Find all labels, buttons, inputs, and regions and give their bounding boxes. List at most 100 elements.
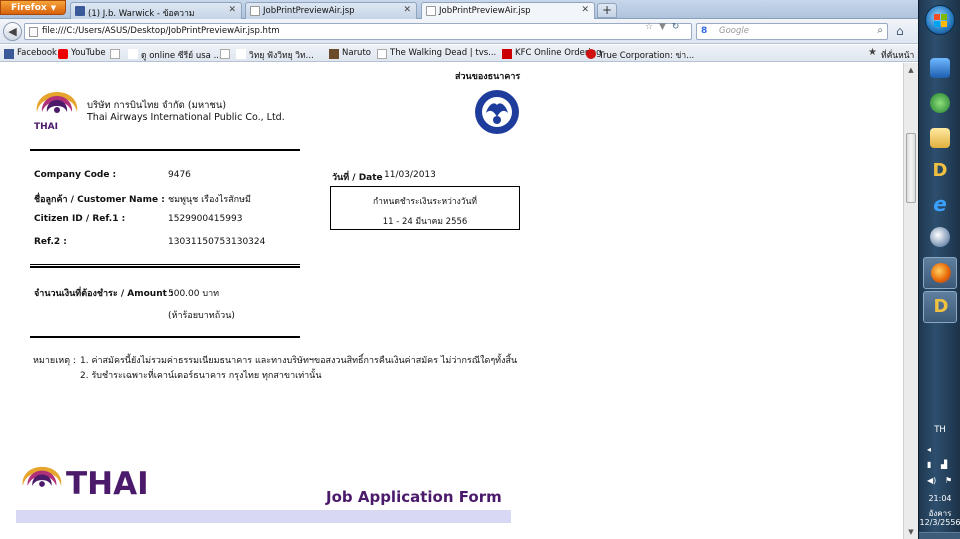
vertical-scrollbar[interactable]: ▲ ▼ <box>903 63 918 539</box>
chevron-down-icon: ▼ <box>50 4 57 12</box>
page-icon <box>29 27 38 37</box>
volume-icon[interactable]: ◀) <box>927 476 936 485</box>
facebook-icon <box>4 49 14 59</box>
page-icon <box>220 49 230 59</box>
field-value-citizen-id: 1529900415993 <box>168 214 243 224</box>
bookmark-label: The Walking Dead | tvs... <box>390 48 497 58</box>
language-indicator[interactable]: TH <box>919 425 960 435</box>
internet-explorer-icon: e <box>933 192 947 216</box>
field-value-ref2: 13031150753130324 <box>168 237 266 247</box>
close-icon[interactable]: ✕ <box>581 5 589 15</box>
globe-icon <box>930 93 950 113</box>
notes-label: หมายเหตุ : <box>33 356 76 366</box>
footer-brand: THAI <box>66 466 149 502</box>
home-icon[interactable]: ⌂ <box>896 24 904 38</box>
logo-caption: THAI <box>34 122 58 132</box>
taskbar-app-game-2[interactable]: D <box>923 291 957 323</box>
close-icon[interactable]: ✕ <box>403 5 411 15</box>
page-icon <box>128 49 138 59</box>
document-page: ส่วนของธนาคาร THAI บริษัท การบินไทย จำกั… <box>0 63 903 539</box>
bookmark-facebook[interactable]: Facebook <box>4 48 57 59</box>
taskbar-app-internet-explorer[interactable]: e <box>923 189 957 221</box>
tray-expand-icon[interactable]: ◂ <box>927 445 931 454</box>
due-title: กำหนดชำระเงินระหว่างวันที่ <box>372 197 477 207</box>
field-label-company-code: Company Code : <box>34 170 117 180</box>
url-input[interactable]: file:///C:/Users/ASUS/Desktop/JobPrintPr… <box>24 23 692 40</box>
note-item: 2. รับชำระเฉพาะที่เคาน์เตอร์ธนาคาร กรุงไ… <box>80 371 322 381</box>
bookmark-star-icon[interactable]: ☆ <box>645 22 653 32</box>
amount-value: 500.00 บาท <box>168 289 220 299</box>
naruto-icon <box>329 49 339 59</box>
bookmark-label: True Corporation: ข่า... <box>599 51 695 61</box>
taskbar-app-game[interactable]: D <box>923 156 957 188</box>
search-input[interactable]: 8 Google ⌕ <box>696 23 888 40</box>
tab-bar: Firefox ▼ (1) J.b. Warwick - ข้อความ ✕ Jo… <box>0 0 918 20</box>
camera-icon <box>930 58 950 78</box>
game-icon: D <box>933 296 949 317</box>
bookmark-radio[interactable]: วิทยุ ฟังวิทยุ วิท... <box>236 48 314 62</box>
divider <box>30 149 300 151</box>
bookmark-naruto[interactable]: Naruto <box>329 48 371 59</box>
bookmark-true-corp[interactable]: True Corporation: ข่า... <box>586 48 694 62</box>
network-icon[interactable]: ▟ <box>941 460 947 469</box>
divider-double <box>30 264 300 268</box>
search-placeholder: Google <box>719 26 749 36</box>
show-desktop-button[interactable] <box>919 532 960 539</box>
bookmark-label: YouTube <box>71 48 106 58</box>
search-icon[interactable]: ⌕ <box>877 25 883 36</box>
start-button[interactable] <box>925 5 955 35</box>
bookmark-walking-dead[interactable]: The Walking Dead | tvs... <box>377 48 497 59</box>
clock-date[interactable]: 12/3/2556 <box>919 518 960 527</box>
facebook-icon <box>75 6 85 16</box>
firefox-menu-button[interactable]: Firefox ▼ <box>0 0 66 15</box>
tab-label: JobPrintPreviewAir.jsp <box>263 6 355 16</box>
action-center-flag-icon[interactable]: ⚑ <box>945 476 952 485</box>
bookmarks-star-icon: ★ <box>868 47 877 58</box>
new-tab-button[interactable]: + <box>597 3 617 18</box>
google-icon: 8 <box>701 26 708 36</box>
tab-label: JobPrintPreviewAir.jsp <box>439 6 531 16</box>
tab-facebook-messages[interactable]: (1) J.b. Warwick - ข้อความ ✕ <box>70 2 242 19</box>
url-text: file:///C:/Users/ASUS/Desktop/JobPrintPr… <box>42 26 280 36</box>
reload-icon[interactable]: ↻ <box>672 22 680 32</box>
bookmarks-menu[interactable]: ★ ที่คั่นหน้า <box>868 47 914 62</box>
tab-label: (1) J.b. Warwick - ข้อความ <box>88 9 195 19</box>
due-range: 11 - 24 มีนาคม 2556 <box>382 217 468 227</box>
divider <box>30 336 300 338</box>
taskbar-app-explorer[interactable] <box>923 123 957 155</box>
bookmark-label: ดู online ซีรีย์ usa ... <box>141 51 222 61</box>
job-application-form-title: Job Application Form <box>326 488 502 506</box>
media-icon <box>930 227 950 247</box>
close-icon[interactable]: ✕ <box>228 5 236 15</box>
navigation-bar: ◀ file:///C:/Users/ASUS/Desktop/JobPrint… <box>0 19 918 44</box>
amount-in-words: (ห้าร้อยบาทถ้วน) <box>168 311 235 321</box>
tab-job-print-preview-2[interactable]: JobPrintPreviewAir.jsp ✕ <box>421 2 595 20</box>
bookmark-series-online[interactable]: ดู online ซีรีย์ usa ... <box>128 48 222 62</box>
dropdown-arrow-icon[interactable]: ▼ <box>659 22 666 32</box>
bookmark-youtube[interactable]: YouTube <box>58 48 106 59</box>
folder-icon <box>930 128 950 148</box>
bank-logo <box>475 90 519 134</box>
firefox-icon <box>931 263 951 283</box>
bookmarks-toolbar: Facebook YouTube ดู online ซีรีย์ usa ..… <box>0 45 918 62</box>
field-label-ref2: Ref.2 : <box>34 237 67 247</box>
date-label: วันที่ / Date <box>332 173 383 183</box>
battery-icon[interactable]: ▮ <box>927 460 931 469</box>
field-value-customer-name: ชมพูนุช เรืองไรสักษมี <box>168 195 251 205</box>
payment-due-box: กำหนดชำระเงินระหว่างวันที่ 11 - 24 มีนาค… <box>330 186 520 230</box>
clock-time[interactable]: 21:04 <box>919 494 960 503</box>
taskbar-app-camera[interactable] <box>923 53 957 85</box>
thai-airways-footer-logo <box>22 466 62 487</box>
bookmark-label: Facebook <box>17 48 57 58</box>
back-button[interactable]: ◀ <box>3 22 22 41</box>
taskbar-app-firefox[interactable] <box>923 257 957 289</box>
tab-job-print-preview-1[interactable]: JobPrintPreviewAir.jsp ✕ <box>245 2 417 19</box>
scroll-down-icon[interactable]: ▼ <box>904 525 918 539</box>
taskbar-app-media[interactable] <box>923 222 957 254</box>
page-icon <box>110 49 120 59</box>
taskbar-app-network[interactable] <box>923 88 957 120</box>
field-label-citizen-id: Citizen ID / Ref.1 : <box>34 214 126 224</box>
scroll-up-icon[interactable]: ▲ <box>904 63 918 77</box>
firefox-menu-label: Firefox <box>11 3 47 13</box>
scrollbar-thumb[interactable] <box>906 133 916 203</box>
